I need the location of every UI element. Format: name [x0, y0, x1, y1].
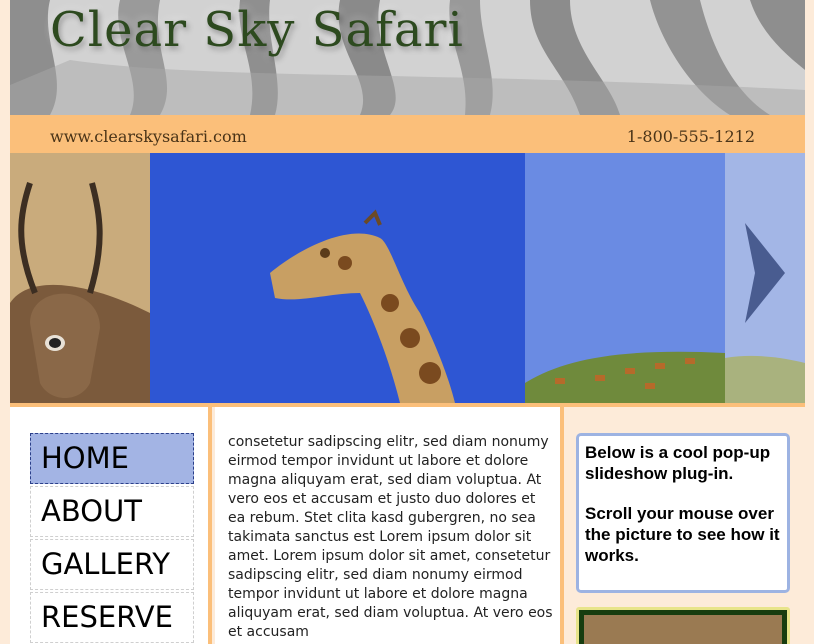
nav-column: HOME ABOUT GALLERY RESERVE — [10, 407, 212, 644]
contact-bar: www.clearskysafari.com 1-800-555-1212 — [10, 115, 805, 153]
nav-item-reserve[interactable]: RESERVE — [30, 592, 194, 643]
body-text: consetetur sadipscing elitr, sed diam no… — [228, 434, 553, 640]
sidebar-column: Below is a cool pop-up slideshow plug-in… — [566, 407, 805, 644]
site-url[interactable]: www.clearskysafari.com — [50, 127, 247, 146]
nav-item-about[interactable]: ABOUT — [30, 486, 194, 537]
phone-number: 1-800-555-1212 — [626, 127, 755, 146]
photo-slideshow[interactable] — [10, 153, 805, 403]
antelope-herd-photo — [525, 153, 725, 403]
slideshow-info-box: Below is a cool pop-up slideshow plug-in… — [576, 433, 790, 593]
main-nav: HOME ABOUT GALLERY RESERVE — [30, 433, 194, 644]
info-text-intro: Below is a cool pop-up slideshow plug-in… — [585, 443, 771, 483]
site-title: Clear Sky Safari — [50, 2, 464, 58]
chevron-right-icon[interactable] — [735, 213, 795, 333]
waterbuck-photo — [10, 153, 150, 403]
rhino-thumbnail-image — [584, 615, 782, 644]
nav-item-gallery[interactable]: GALLERY — [30, 539, 194, 590]
info-text-instructions: Scroll your mouse over the picture to se… — [585, 504, 780, 565]
header-banner: Clear Sky Safari — [10, 0, 805, 115]
nav-item-home[interactable]: HOME — [30, 433, 194, 484]
page: Clear Sky Safari www.clearskysafari.com … — [10, 0, 805, 644]
content-column: consetetur sadipscing elitr, sed diam no… — [215, 407, 564, 644]
giraffe-photo — [150, 153, 525, 403]
popup-slideshow-thumbnail[interactable] — [576, 607, 790, 644]
